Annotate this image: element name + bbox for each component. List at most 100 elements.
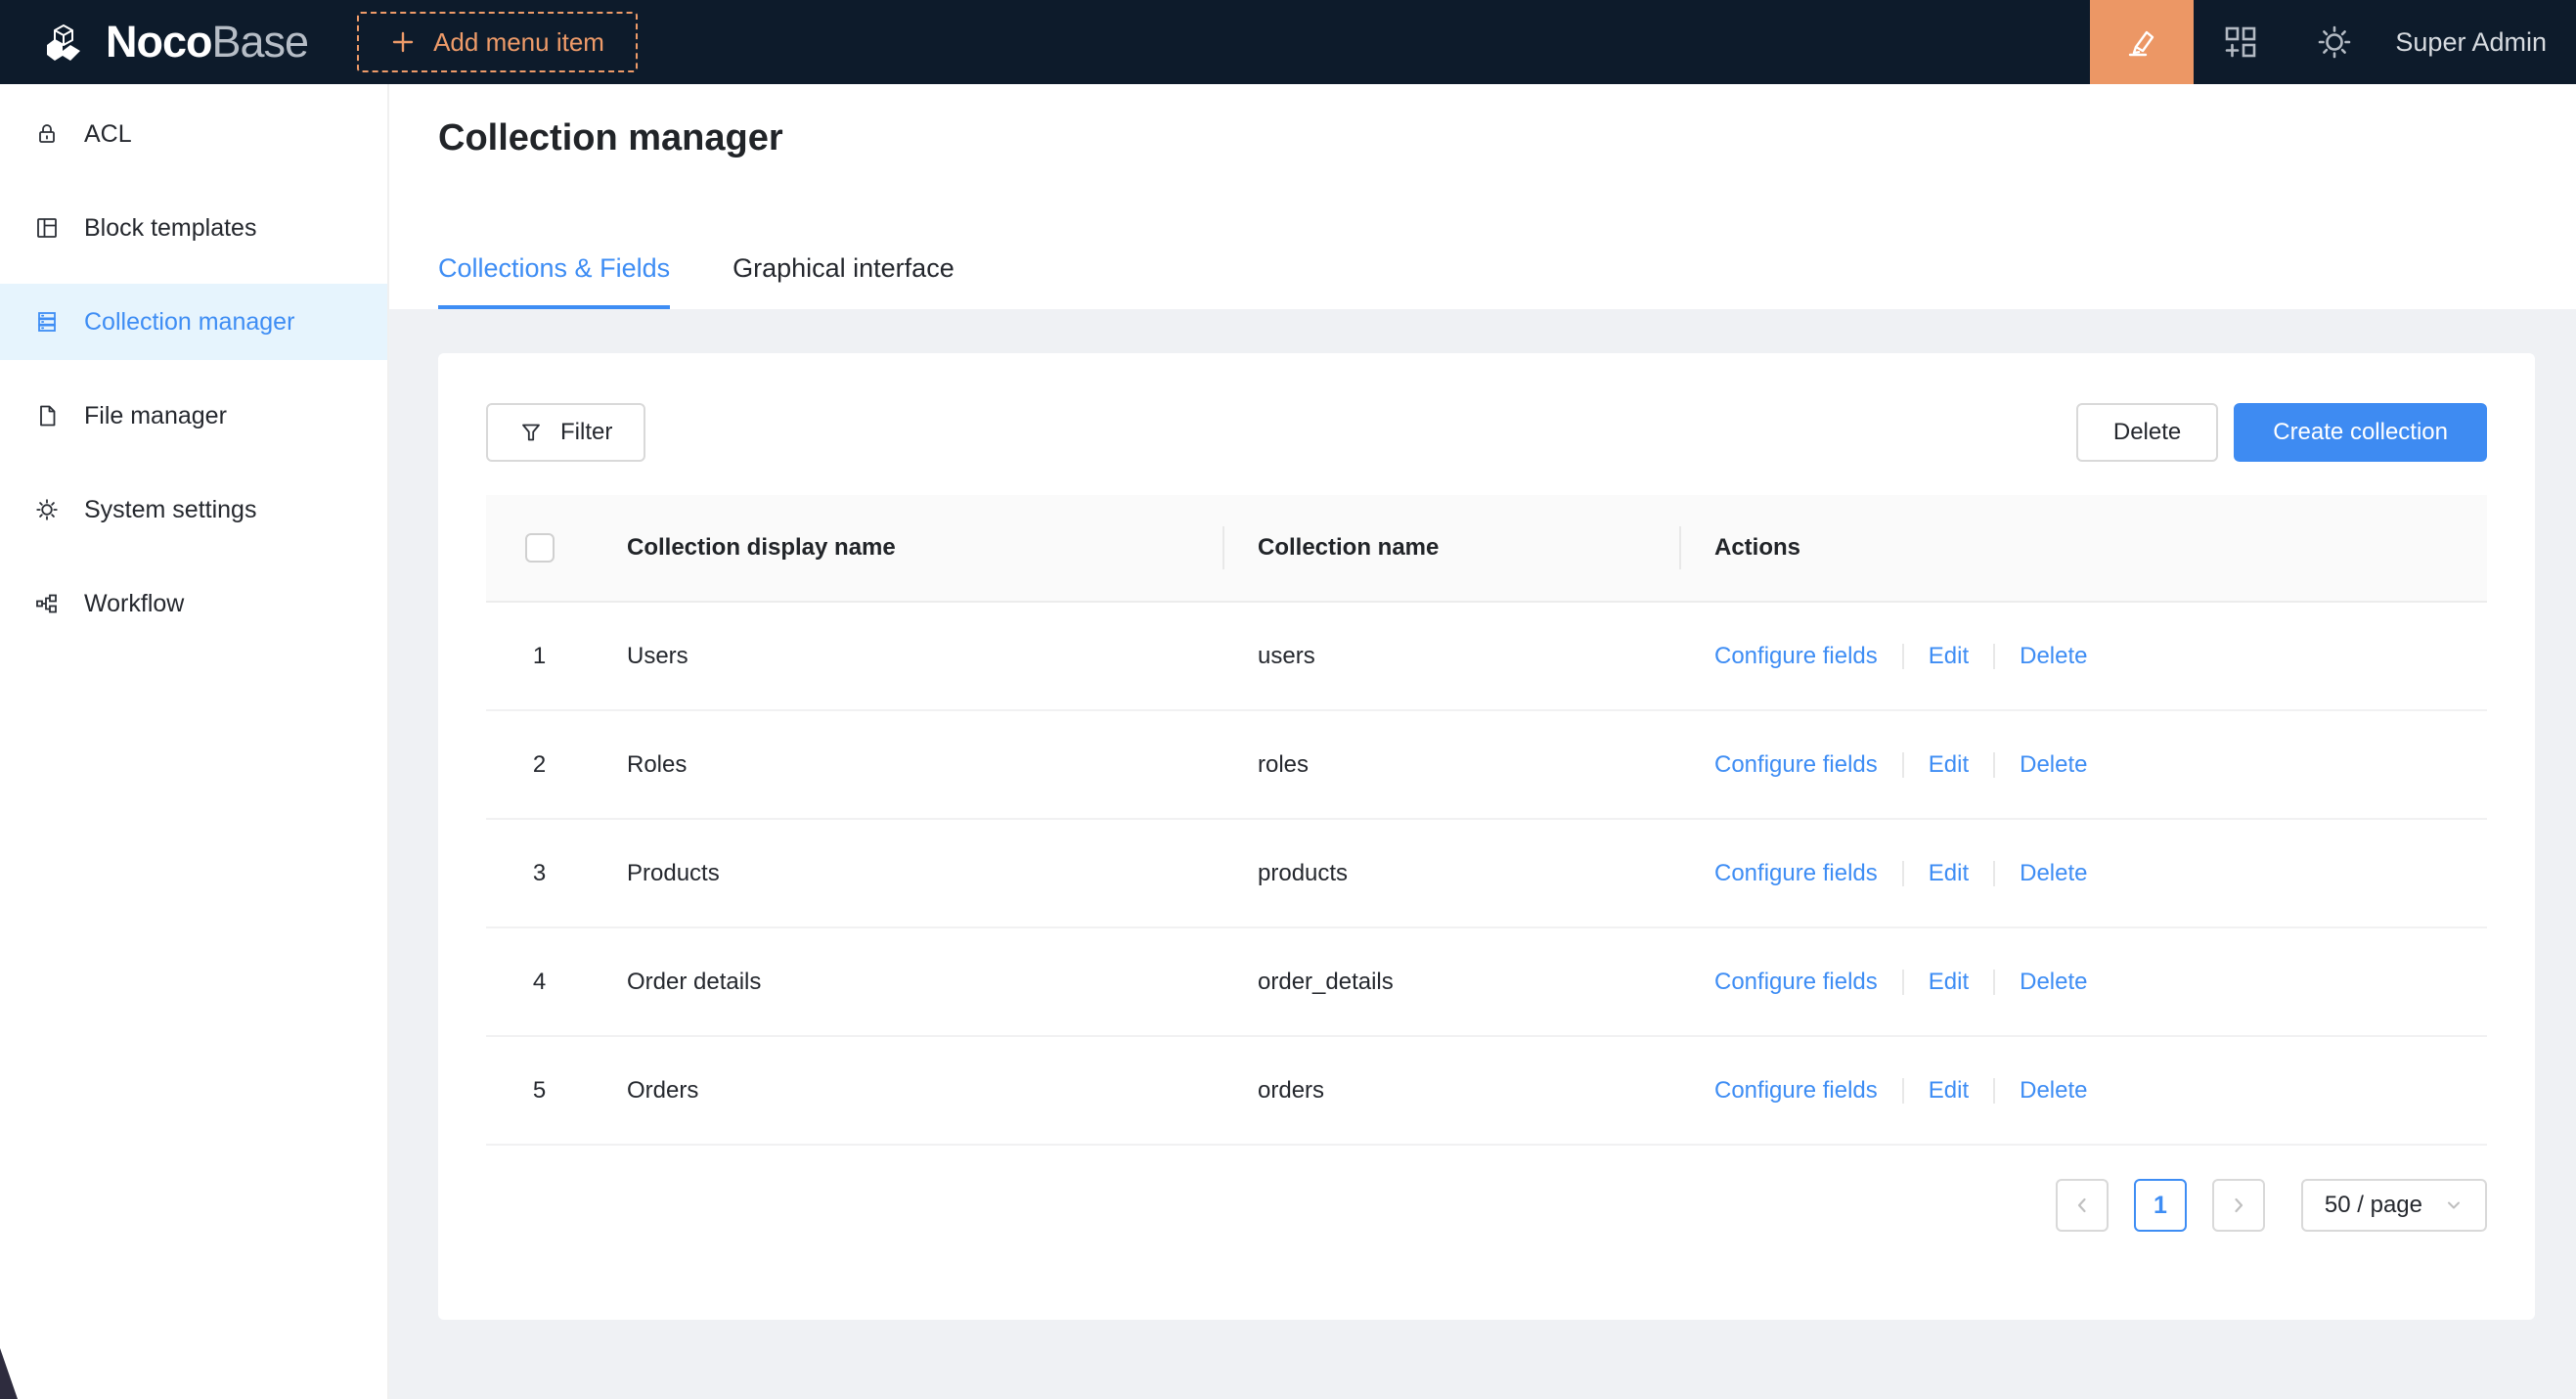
action-divider bbox=[1993, 644, 1995, 669]
edit-link[interactable]: Edit bbox=[1929, 860, 1969, 887]
card-toolbar: Filter Delete Create collection bbox=[486, 403, 2487, 462]
edit-link[interactable]: Edit bbox=[1929, 643, 1969, 670]
settings-button[interactable] bbox=[2287, 23, 2381, 61]
delete-button[interactable]: Delete bbox=[2076, 403, 2218, 462]
sidebar-item-label: System settings bbox=[84, 496, 256, 524]
action-divider bbox=[1902, 752, 1904, 778]
top-navbar: NocoBase Add menu item bbox=[0, 0, 2576, 84]
plugins-button[interactable] bbox=[2194, 23, 2287, 61]
collection-display-name: Orders bbox=[627, 1077, 698, 1104]
pagination: 1 50 / page bbox=[486, 1179, 2487, 1232]
row-actions: Configure fields Edit Delete bbox=[1714, 860, 2486, 887]
row-index: 5 bbox=[533, 1077, 546, 1104]
edit-link[interactable]: Edit bbox=[1929, 969, 1969, 996]
filter-button[interactable]: Filter bbox=[486, 403, 645, 462]
row-index: 2 bbox=[533, 751, 546, 778]
delete-link[interactable]: Delete bbox=[2020, 751, 2087, 779]
sidebar-item-file-manager[interactable]: File manager bbox=[0, 378, 387, 454]
page-number-1[interactable]: 1 bbox=[2134, 1179, 2187, 1232]
row-index: 1 bbox=[533, 643, 546, 669]
collection-name: orders bbox=[1258, 1077, 1324, 1104]
configure-fields-link[interactable]: Configure fields bbox=[1714, 751, 1878, 779]
table-row: 2 Roles roles Configure fields Edit Dele… bbox=[486, 710, 2487, 819]
action-divider bbox=[1902, 861, 1904, 886]
plus-icon bbox=[390, 29, 416, 55]
lock-icon bbox=[35, 122, 59, 146]
next-page-button[interactable] bbox=[2212, 1179, 2265, 1232]
sidebar: ACL Block templates Collection manager bbox=[0, 84, 389, 1399]
table-row: 1 Users users Configure fields Edit Dele… bbox=[486, 602, 2487, 710]
navbar-right-group: Super Admin bbox=[2090, 0, 2576, 84]
tab-collections-fields[interactable]: Collections & Fields bbox=[438, 253, 670, 309]
user-menu[interactable]: Super Admin bbox=[2395, 27, 2547, 58]
collection-display-name: Order details bbox=[627, 969, 761, 995]
sidebar-item-block-templates[interactable]: Block templates bbox=[0, 190, 387, 266]
chevron-left-icon bbox=[2071, 1195, 2093, 1216]
action-divider bbox=[1902, 970, 1904, 995]
action-divider bbox=[1902, 1078, 1904, 1104]
sidebar-item-label: File manager bbox=[84, 402, 227, 430]
collection-name: order_details bbox=[1258, 969, 1394, 995]
collection-name: users bbox=[1258, 643, 1315, 669]
page-size-select[interactable]: 50 / page bbox=[2301, 1179, 2487, 1232]
table-header-row: Collection display name Collection name … bbox=[486, 495, 2487, 602]
page-size-value: 50 / page bbox=[2325, 1192, 2422, 1219]
configure-fields-link[interactable]: Configure fields bbox=[1714, 969, 1878, 996]
row-actions: Configure fields Edit Delete bbox=[1714, 969, 2486, 996]
sidebar-item-system-settings[interactable]: System settings bbox=[0, 472, 387, 548]
configure-fields-link[interactable]: Configure fields bbox=[1714, 1077, 1878, 1105]
previous-page-button[interactable] bbox=[2056, 1179, 2109, 1232]
row-index: 4 bbox=[533, 969, 546, 995]
filter-button-label: Filter bbox=[560, 419, 612, 446]
collection-name: products bbox=[1258, 860, 1348, 886]
gear-icon bbox=[35, 498, 59, 521]
configure-fields-link[interactable]: Configure fields bbox=[1714, 860, 1878, 887]
sidebar-item-label: Block templates bbox=[84, 214, 256, 243]
sidebar-item-label: Collection manager bbox=[84, 308, 294, 337]
page-title: Collection manager bbox=[438, 84, 2576, 159]
collection-name: roles bbox=[1258, 751, 1309, 778]
sidebar-item-label: Workflow bbox=[84, 590, 184, 618]
select-all-checkbox[interactable] bbox=[525, 533, 555, 563]
highlighter-icon bbox=[2122, 23, 2161, 62]
nocobase-logo: NocoBase bbox=[0, 17, 308, 68]
page-header: Collection manager Collections & Fields … bbox=[389, 84, 2576, 309]
collection-display-name: Roles bbox=[627, 751, 687, 778]
add-menu-item-button[interactable]: Add menu item bbox=[357, 12, 638, 72]
delete-link[interactable]: Delete bbox=[2020, 969, 2087, 996]
configure-fields-link[interactable]: Configure fields bbox=[1714, 643, 1878, 670]
action-divider bbox=[1993, 1078, 1995, 1104]
create-collection-button[interactable]: Create collection bbox=[2234, 403, 2487, 462]
table-row: 4 Order details order_details Configure … bbox=[486, 927, 2487, 1036]
delete-link[interactable]: Delete bbox=[2020, 1077, 2087, 1105]
chevron-right-icon bbox=[2228, 1195, 2249, 1216]
ui-editor-toggle-button[interactable] bbox=[2090, 0, 2194, 84]
collections-table: Collection display name Collection name … bbox=[486, 495, 2487, 1146]
database-icon bbox=[35, 310, 59, 334]
edit-link[interactable]: Edit bbox=[1929, 751, 1969, 779]
delete-link[interactable]: Delete bbox=[2020, 643, 2087, 670]
sidebar-item-collection-manager[interactable]: Collection manager bbox=[0, 284, 387, 360]
collections-card: Filter Delete Create collection Collecti… bbox=[438, 353, 2535, 1320]
tab-graphical-interface[interactable]: Graphical interface bbox=[733, 253, 955, 309]
chevron-down-icon bbox=[2444, 1196, 2464, 1215]
file-icon bbox=[35, 404, 59, 428]
delete-link[interactable]: Delete bbox=[2020, 860, 2087, 887]
page-content: Filter Delete Create collection Collecti… bbox=[389, 309, 2576, 1320]
add-menu-item-label: Add menu item bbox=[433, 27, 604, 58]
sidebar-item-workflow[interactable]: Workflow bbox=[0, 565, 387, 642]
workflow-icon bbox=[35, 592, 59, 615]
logo-wordmark: NocoBase bbox=[106, 17, 308, 68]
select-all-header bbox=[486, 495, 594, 602]
nocobase-logo-icon bbox=[41, 18, 90, 67]
sidebar-item-acl[interactable]: ACL bbox=[0, 96, 387, 172]
sidebar-item-label: ACL bbox=[84, 120, 132, 149]
main-area: Collection manager Collections & Fields … bbox=[389, 84, 2576, 1399]
gear-icon bbox=[2316, 23, 2353, 61]
layout-icon bbox=[35, 216, 59, 240]
toolbar-right-group: Delete Create collection bbox=[2076, 403, 2487, 462]
action-divider bbox=[1993, 861, 1995, 886]
action-divider bbox=[1993, 752, 1995, 778]
edit-link[interactable]: Edit bbox=[1929, 1077, 1969, 1105]
action-divider bbox=[1993, 970, 1995, 995]
